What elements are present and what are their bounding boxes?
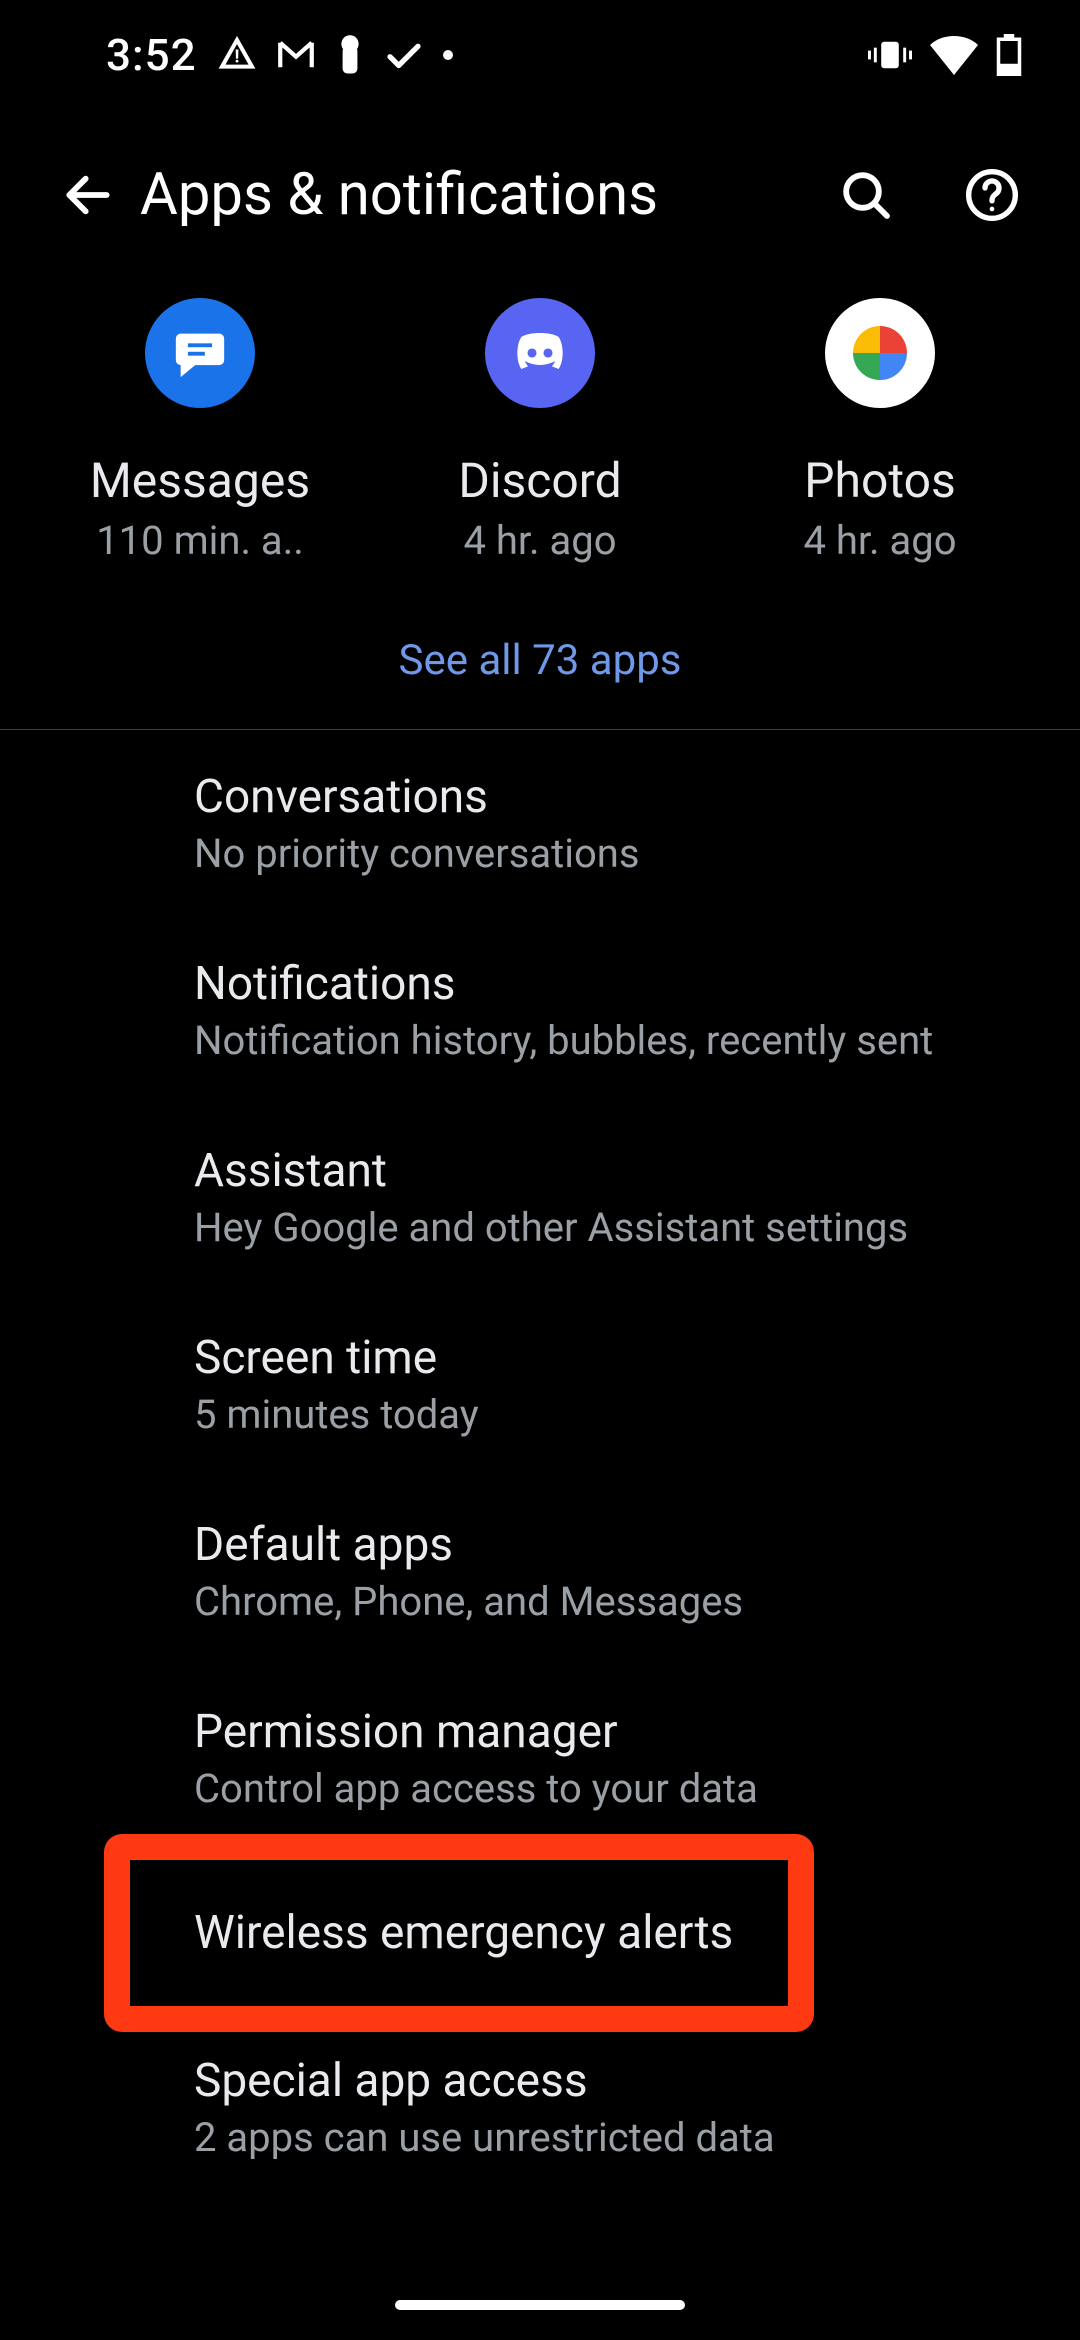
recent-apps-row: Messages 110 min. a.. Discord 4 hr. ago … [0,280,1080,594]
check-icon [383,34,425,76]
help-icon [964,167,1020,223]
setting-screen-time[interactable]: Screen time 5 minutes today [0,1291,1080,1478]
search-button[interactable] [818,147,914,243]
nav-bar [0,2270,1080,2340]
setting-default-apps[interactable]: Default apps Chrome, Phone, and Messages [0,1478,1080,1665]
drive-icon: ! [217,35,257,75]
battery-icon [996,34,1022,76]
setting-subtitle: No priority conversations [194,830,1020,877]
recent-app-photos[interactable]: Photos 4 hr. ago [730,298,1030,564]
setting-title: Default apps [194,1518,1020,1572]
status-bar: 3:52 ! [0,0,1080,110]
back-button[interactable] [40,147,136,243]
recent-app-time: 4 hr. ago [463,517,616,564]
status-time: 3:52 [106,29,197,81]
recent-app-discord[interactable]: Discord 4 hr. ago [390,298,690,564]
wifi-icon [930,35,978,75]
setting-title: Screen time [194,1331,1020,1385]
see-all-apps-label: See all 73 apps [399,636,682,685]
setting-special-app-access[interactable]: Special app access 2 apps can use unrest… [0,2014,1080,2201]
setting-title: Permission manager [194,1705,1020,1759]
svg-text:!: ! [234,47,239,68]
recent-app-name: Photos [804,452,955,509]
setting-subtitle: Chrome, Phone, and Messages [194,1578,1020,1625]
setting-title: Special app access [194,2054,1020,2108]
photos-app-icon [825,298,935,408]
setting-title: Wireless emergency alerts [194,1906,1020,1960]
setting-permission-manager[interactable]: Permission manager Control app access to… [0,1665,1080,1852]
setting-wireless-emergency-alerts[interactable]: Wireless emergency alerts [0,1852,1080,2014]
help-button[interactable] [944,147,1040,243]
setting-title: Notifications [194,957,1020,1011]
setting-title: Conversations [194,770,1020,824]
setting-subtitle: Hey Google and other Assistant settings [194,1204,1020,1251]
arrow-left-icon [60,167,116,223]
setting-subtitle: 5 minutes today [194,1391,1020,1438]
see-all-apps[interactable]: See all 73 apps [0,594,1080,729]
vibrate-icon [868,36,912,74]
setting-notifications[interactable]: Notifications Notification history, bubb… [0,917,1080,1104]
gmail-icon [275,34,317,76]
recent-app-name: Discord [458,452,621,509]
recent-app-messages[interactable]: Messages 110 min. a.. [50,298,350,564]
dot-icon [443,50,453,60]
recent-app-name: Messages [90,452,310,509]
settings-list: Conversations No priority conversations … [0,730,1080,2201]
lock-icon [335,34,365,76]
setting-subtitle: Notification history, bubbles, recently … [194,1017,1020,1064]
recent-app-time: 4 hr. ago [803,517,956,564]
discord-app-icon [485,298,595,408]
setting-subtitle: 2 apps can use unrestricted data [194,2114,1020,2161]
setting-conversations[interactable]: Conversations No priority conversations [0,730,1080,917]
setting-assistant[interactable]: Assistant Hey Google and other Assistant… [0,1104,1080,1291]
app-bar: Apps & notifications [0,110,1080,280]
page-title: Apps & notifications [136,161,818,229]
search-icon [838,167,894,223]
nav-pill[interactable] [395,2300,685,2310]
setting-title: Assistant [194,1144,1020,1198]
recent-app-time: 110 min. a.. [96,517,304,564]
messages-app-icon [145,298,255,408]
setting-subtitle: Control app access to your data [194,1765,1020,1812]
